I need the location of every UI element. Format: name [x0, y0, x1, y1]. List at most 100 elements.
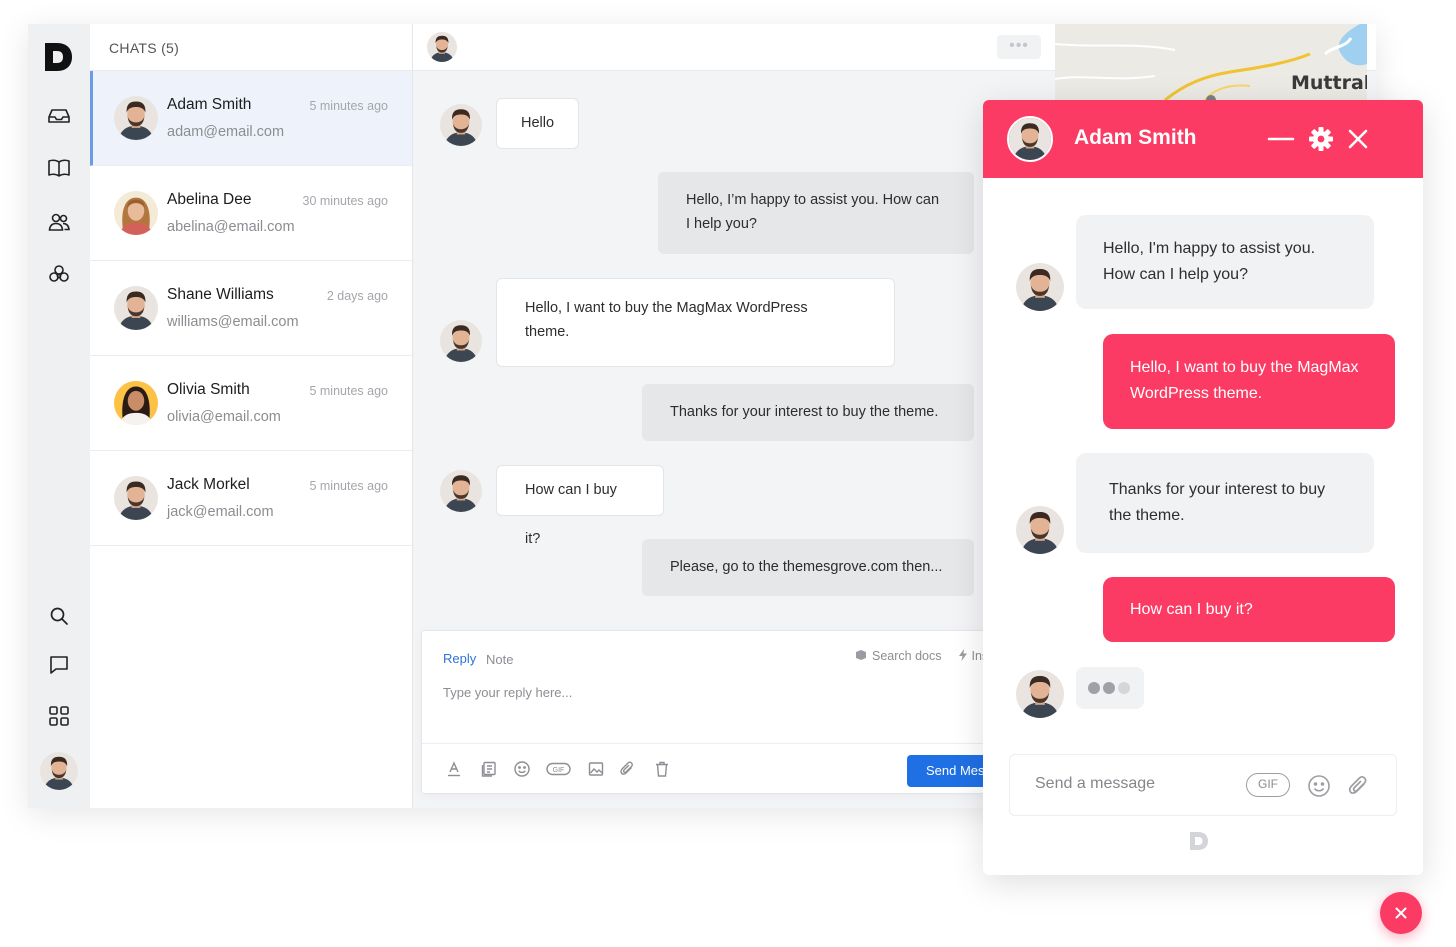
message-line: How can I help you? — [1103, 266, 1248, 283]
contact-name: Abelina Dee — [167, 191, 252, 208]
book-icon[interactable] — [47, 156, 71, 180]
gif-button[interactable]: GIF — [1246, 773, 1290, 797]
composer-divider — [422, 743, 1000, 744]
search-docs-button[interactable]: Search docs — [855, 649, 941, 663]
avatar — [114, 381, 158, 425]
widget-message-agent: Thanks for your interest to buy the them… — [1076, 453, 1374, 553]
message-line: Hello, I'm happy to assist you. — [1103, 240, 1316, 257]
contact-email: abelina@email.com — [167, 219, 295, 235]
contact-name: Adam Smith — [167, 96, 252, 113]
widget-message-input[interactable] — [1035, 775, 1235, 793]
integrations-icon[interactable] — [47, 263, 71, 287]
close-icon[interactable] — [1344, 125, 1372, 153]
tab-reply[interactable]: Reply — [443, 651, 476, 666]
users-icon[interactable] — [47, 210, 71, 234]
chat-list-item-adam-smith[interactable]: Adam Smith 5 minutes ago adam@email.com — [90, 71, 412, 166]
chat-list-title: CHATS (5) — [90, 24, 412, 71]
settings-gear-icon[interactable] — [1307, 125, 1335, 153]
message-bubble-agent: Please, go to the themesgrove.com then..… — [642, 539, 974, 596]
chat-widget: Adam Smith Hello, I'm happy to assist yo… — [983, 100, 1423, 875]
contact-name: Shane Williams — [167, 286, 274, 303]
search-docs-label: Search docs — [872, 649, 942, 663]
search-icon[interactable] — [47, 604, 71, 628]
widget-composer: GIF — [1009, 754, 1397, 816]
contact-email: jack@email.com — [167, 504, 274, 520]
message-line: Thanks for your interest to buy — [1109, 481, 1326, 498]
customer-avatar — [440, 320, 482, 362]
delete-icon[interactable] — [653, 760, 671, 778]
widget-message-agent: Hello, I'm happy to assist you. How can … — [1076, 215, 1374, 309]
message-bubble-customer: Hello, I want to buy the MagMax WordPres… — [496, 278, 895, 367]
minimize-icon[interactable] — [1267, 125, 1295, 153]
message-line: WordPress theme. — [1130, 385, 1263, 402]
last-message-time: 5 minutes ago — [309, 99, 388, 113]
widget-message-customer: How can I buy it? — [1103, 577, 1395, 642]
image-icon[interactable] — [587, 760, 605, 778]
message-line: theme. — [525, 324, 570, 340]
sidebar-rail — [28, 24, 90, 808]
tab-note[interactable]: Note — [486, 652, 513, 667]
message-line: Hello, I want to buy the MagMax WordPres… — [525, 300, 808, 316]
text-format-icon[interactable] — [445, 760, 463, 778]
brand-logo-icon[interactable] — [42, 40, 74, 74]
last-message-time: 2 days ago — [326, 289, 388, 303]
agent-avatar — [1016, 506, 1064, 554]
message-line: Hello, I’m happy to assist you. How can — [686, 192, 940, 208]
agent-avatar — [1016, 263, 1064, 311]
close-icon — [1395, 907, 1407, 919]
avatar — [114, 286, 158, 330]
contact-email: olivia@email.com — [167, 409, 281, 425]
current-user-avatar[interactable] — [40, 752, 78, 790]
avatar — [114, 191, 158, 235]
apps-icon[interactable] — [47, 704, 71, 728]
chat-list-panel: CHATS (5) Adam Smith 5 minutes ago adam@… — [90, 24, 413, 808]
avatar — [114, 96, 158, 140]
contact-name: Jack Morkel — [167, 476, 250, 493]
widget-header: Adam Smith — [983, 100, 1423, 178]
gif-icon[interactable]: GIF — [546, 760, 571, 778]
agent-avatar — [1016, 670, 1064, 718]
message-line: I help you? — [686, 216, 757, 232]
more-options-button[interactable]: ••• — [997, 35, 1041, 59]
last-message-time: 5 minutes ago — [309, 479, 388, 493]
customer-avatar — [440, 104, 482, 146]
last-message-time: 30 minutes ago — [302, 194, 388, 208]
message-bubble-agent: Thanks for your interest to buy the them… — [642, 384, 974, 441]
message-line: the theme. — [1109, 507, 1185, 524]
contact-name: Olivia Smith — [167, 381, 250, 398]
map-background: Muttrah — [1055, 24, 1367, 100]
widget-title: Adam Smith — [1074, 126, 1197, 149]
typing-indicator — [1076, 667, 1144, 709]
message-line: Hello, I want to buy the MagMax — [1130, 359, 1359, 376]
widget-message-customer: Hello, I want to buy the MagMax WordPres… — [1103, 334, 1395, 429]
map-city-label: Muttrah — [1291, 72, 1367, 94]
message-bubble-customer: Hello — [496, 98, 580, 149]
contact-avatar[interactable] — [427, 32, 457, 62]
chat-list-item-abelina-dee[interactable]: Abelina Dee 30 minutes ago abelina@email… — [90, 166, 412, 261]
inbox-icon[interactable] — [47, 104, 71, 128]
chat-list-item-shane-williams[interactable]: Shane Williams 2 days ago williams@email… — [90, 261, 412, 356]
message-bubble-customer: How can I buy it? — [496, 465, 664, 547]
reply-input[interactable] — [443, 685, 963, 700]
last-message-time: 5 minutes ago — [309, 384, 388, 398]
attachment-icon[interactable] — [1345, 773, 1371, 799]
chat-list-item-jack-morkel[interactable]: Jack Morkel 5 minutes ago jack@email.com — [90, 451, 412, 546]
emoji-icon[interactable] — [513, 760, 531, 778]
emoji-icon[interactable] — [1306, 773, 1332, 799]
attachment-icon[interactable] — [618, 760, 636, 778]
templates-icon[interactable] — [480, 760, 498, 778]
message-bubble-agent: Hello, I’m happy to assist you. How can … — [658, 172, 974, 254]
chat-list-item-olivia-smith[interactable]: Olivia Smith 5 minutes ago olivia@email.… — [90, 356, 412, 451]
brand-watermark-icon — [1190, 832, 1208, 850]
chat-icon[interactable] — [47, 653, 71, 677]
agent-avatar — [1007, 116, 1053, 162]
lightning-icon — [959, 649, 967, 661]
contact-email: adam@email.com — [167, 124, 285, 140]
avatar — [114, 476, 158, 520]
gif-label: GIF — [553, 767, 565, 774]
reply-composer: Reply Note Search docs Ins GIF — [421, 630, 1017, 794]
docs-icon — [856, 650, 866, 660]
close-widget-button[interactable] — [1380, 892, 1422, 934]
contact-email: williams@email.com — [167, 314, 299, 330]
customer-avatar — [440, 470, 482, 512]
